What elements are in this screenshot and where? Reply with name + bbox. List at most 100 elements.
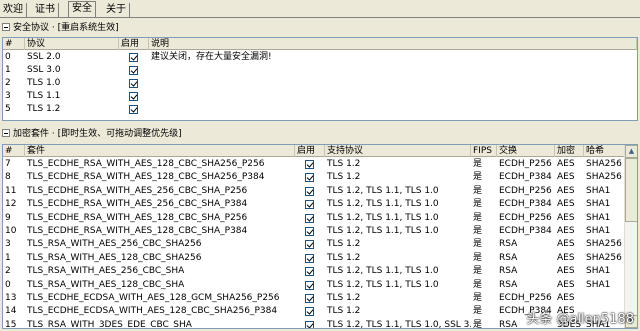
cipher-enabled-checkbox[interactable] bbox=[305, 307, 314, 317]
cipher-suite-name: TLS_RSA_WITH_3DES_EDE_CBC_SHA bbox=[27, 319, 192, 329]
protocol-row[interactable]: 5 TLS 1.2 bbox=[3, 103, 637, 116]
protocols-group-header[interactable]: 安全协议 · [重启系统生效] bbox=[2, 22, 119, 34]
cipher-enabled-checkbox[interactable] bbox=[305, 294, 314, 303]
scroll-up-arrow-icon[interactable]: ▲ bbox=[625, 145, 637, 158]
col-header-fips[interactable]: FIPS bbox=[471, 145, 497, 157]
protocol-row[interactable]: 0 SSL 2.0 建议关闭，存在大量安全漏洞! bbox=[3, 51, 637, 64]
cipher-exchange: RSA bbox=[499, 239, 518, 250]
cipher-exchange: ECDH_P256 bbox=[499, 159, 552, 169]
protocol-description bbox=[149, 64, 629, 77]
cipher-protocols: TLS 1.2 bbox=[327, 159, 361, 169]
cipher-row[interactable]: 11 TLS_ECDHE_RSA_WITH_AES_256_CBC_SHA_P25… bbox=[3, 185, 625, 198]
col-header-suite[interactable]: 套件 bbox=[25, 145, 295, 157]
cipher-enabled-checkbox[interactable] bbox=[305, 320, 314, 328]
cipher-enabled-checkbox[interactable] bbox=[305, 186, 314, 196]
cipher-row[interactable]: 1 TLS_RSA_WITH_AES_128_CBC_SHA256 TLS 1.2 是… bbox=[3, 252, 625, 265]
protocol-name: TLS 1.2 bbox=[27, 104, 61, 114]
cipher-number: 0 bbox=[5, 279, 11, 290]
col-header-protocol[interactable]: 协议 bbox=[25, 38, 119, 50]
cipher-number: 15 bbox=[5, 319, 17, 329]
cipher-suites-list[interactable]: # 套件 启用 支持协议 FIPS 交换 加密 哈希 7 TLS_ECDHE_RS… bbox=[2, 144, 638, 329]
col-header-enabled[interactable]: 启用 bbox=[295, 145, 325, 157]
cipher-list-scrollbar[interactable]: ▲ ▼ bbox=[624, 145, 637, 328]
cipher-row[interactable]: 8 TLS_ECDHE_RSA_WITH_AES_128_CBC_SHA256_P… bbox=[3, 171, 625, 184]
cipher-enabled-checkbox[interactable] bbox=[305, 253, 314, 263]
protocols-group-label: 安全协议 · [重启系统生效] bbox=[13, 23, 119, 33]
cipher-protocols: TLS 1.2 bbox=[327, 293, 361, 303]
cipher-number: 10 bbox=[5, 226, 17, 236]
cipher-protocols: TLS 1.2, TLS 1.1, TLS 1.0 bbox=[327, 266, 439, 277]
cipher-fips: 是 bbox=[473, 185, 483, 196]
collapse-icon[interactable] bbox=[2, 23, 10, 31]
col-header-protocols[interactable]: 支持协议 bbox=[325, 145, 471, 157]
cipher-number: 1 bbox=[5, 252, 11, 263]
ciphers-group-header[interactable]: 加密套件 · [即时生效、可拖动调整优先级] bbox=[2, 128, 182, 140]
cipher-row[interactable]: 13 TLS_ECDHE_ECDSA_WITH_AES_128_GCM_SHA25… bbox=[3, 292, 625, 305]
protocol-row[interactable]: 1 SSL 3.0 bbox=[3, 64, 637, 77]
cipher-enabled-checkbox[interactable] bbox=[305, 160, 314, 169]
protocol-enabled-checkbox[interactable] bbox=[129, 53, 138, 62]
cipher-number: 2 bbox=[5, 266, 11, 277]
cipher-enabled-checkbox[interactable] bbox=[305, 227, 314, 236]
col-header-description[interactable]: 说明 bbox=[149, 38, 637, 50]
cipher-row[interactable]: 2 TLS_RSA_WITH_AES_256_CBC_SHA TLS 1.2, TL… bbox=[3, 265, 625, 278]
cipher-enabled-checkbox[interactable] bbox=[305, 200, 314, 210]
cipher-hash: SHA1 bbox=[586, 199, 611, 210]
cipher-fips: 是 bbox=[473, 172, 483, 183]
protocol-enabled-checkbox[interactable] bbox=[129, 92, 138, 101]
col-header-exchange[interactable]: 交换 bbox=[497, 145, 555, 157]
cipher-protocols: TLS 1.2, TLS 1.1, TLS 1.0 bbox=[327, 199, 439, 210]
scrollbar-thumb[interactable] bbox=[625, 158, 637, 222]
cipher-enabled-checkbox[interactable] bbox=[305, 280, 314, 290]
protocol-enabled-checkbox[interactable] bbox=[129, 105, 138, 114]
cipher-row[interactable]: 9 TLS_ECDHE_RSA_WITH_AES_128_CBC_SHA_P256… bbox=[3, 212, 625, 225]
cipher-encryption: AES bbox=[557, 159, 575, 169]
tab-certificates[interactable]: 证书 bbox=[32, 3, 59, 18]
tab-security[interactable]: 安全 bbox=[68, 1, 96, 18]
cipher-row[interactable]: 7 TLS_ECDHE_RSA_WITH_AES_128_CBC_SHA256_P… bbox=[3, 158, 625, 171]
cipher-row[interactable]: 10 TLS_ECDHE_RSA_WITH_AES_128_CBC_SHA_P38… bbox=[3, 225, 625, 238]
cipher-encryption: AES bbox=[557, 252, 575, 263]
cipher-fips: 是 bbox=[473, 212, 483, 223]
cipher-exchange: ECDH_P384 bbox=[499, 172, 552, 183]
cipher-hash: SHA1 bbox=[586, 185, 611, 196]
protocol-enabled-checkbox[interactable] bbox=[129, 79, 138, 88]
cipher-enabled-checkbox[interactable] bbox=[305, 267, 314, 277]
cipher-fips: 是 bbox=[473, 239, 483, 250]
protocol-name: TLS 1.1 bbox=[27, 91, 61, 101]
cipher-number: 14 bbox=[5, 306, 17, 317]
cipher-suite-name: TLS_RSA_WITH_AES_128_CBC_SHA bbox=[27, 279, 185, 290]
cipher-protocols: TLS 1.2 bbox=[327, 172, 361, 183]
cipher-enabled-checkbox[interactable] bbox=[305, 240, 314, 250]
protocol-enabled-checkbox[interactable] bbox=[129, 66, 138, 75]
protocol-name: SSL 3.0 bbox=[27, 65, 61, 75]
collapse-icon[interactable] bbox=[2, 129, 10, 137]
cipher-hash: SHA256 bbox=[586, 252, 622, 263]
cipher-protocols: TLS 1.2 bbox=[327, 252, 361, 263]
tab-about[interactable]: 关于 bbox=[103, 3, 130, 18]
col-header-hash[interactable]: 哈希 bbox=[584, 145, 625, 157]
protocol-name: SSL 2.0 bbox=[27, 52, 61, 62]
col-header-encryption[interactable]: 加密 bbox=[555, 145, 584, 157]
col-header-enabled[interactable]: 启用 bbox=[119, 38, 149, 50]
tab-welcome[interactable]: 欢迎 bbox=[0, 3, 27, 18]
cipher-row[interactable]: 12 TLS_ECDHE_RSA_WITH_AES_256_CBC_SHA_P38… bbox=[3, 198, 625, 211]
cipher-encryption: AES bbox=[557, 199, 575, 210]
cipher-row[interactable]: 3 TLS_RSA_WITH_AES_256_CBC_SHA256 TLS 1.2 是… bbox=[3, 238, 625, 251]
cipher-encryption: AES bbox=[557, 266, 575, 277]
cipher-suite-name: TLS_ECDHE_RSA_WITH_AES_128_CBC_SHA256_P2… bbox=[27, 159, 265, 169]
cipher-row[interactable]: 0 TLS_RSA_WITH_AES_128_CBC_SHA TLS 1.2, TL… bbox=[3, 279, 625, 292]
protocol-row[interactable]: 3 TLS 1.1 bbox=[3, 90, 637, 103]
cipher-enabled-checkbox[interactable] bbox=[305, 213, 314, 223]
protocol-description: 建议关闭，存在大量安全漏洞! bbox=[151, 52, 272, 62]
cipher-enabled-checkbox[interactable] bbox=[305, 173, 314, 183]
cipher-hash bbox=[584, 292, 625, 305]
col-header-number[interactable]: # bbox=[3, 145, 25, 157]
cipher-fips: 是 bbox=[473, 279, 483, 290]
cipher-encryption: AES bbox=[557, 293, 575, 303]
col-header-number[interactable]: # bbox=[3, 38, 25, 50]
protocols-list[interactable]: # 协议 启用 说明 0 SSL 2.0 建议关闭，存在大量安全漏洞! 1 SSL 3.… bbox=[2, 37, 638, 121]
cipher-exchange: RSA bbox=[499, 279, 518, 290]
protocol-row[interactable]: 2 TLS 1.0 bbox=[3, 77, 637, 90]
cipher-exchange: ECDH_P256 bbox=[499, 293, 552, 303]
